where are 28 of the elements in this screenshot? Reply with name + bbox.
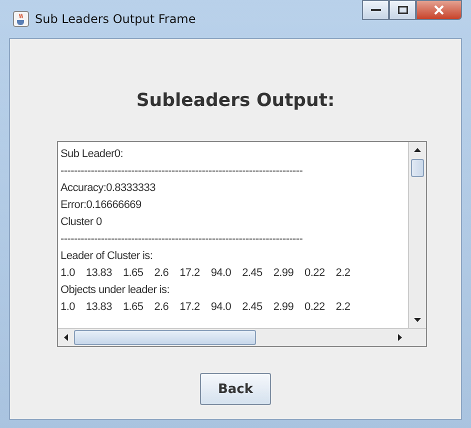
close-button[interactable] [416, 0, 462, 20]
output-line: Accuracy:0.8333333 [60, 181, 156, 196]
minimize-button[interactable] [362, 0, 389, 20]
scroll-thumb[interactable] [410, 159, 424, 177]
output-line: ------------------------------------------------------------------------ [60, 164, 304, 179]
scrollbar-corner [408, 329, 426, 346]
output-line: Sub Leader0: [60, 147, 124, 162]
right-arrow-icon [398, 334, 402, 341]
output-line: Objects under leader is: [60, 283, 170, 298]
minimize-icon [370, 9, 380, 11]
vertical-scrollbar[interactable] [408, 142, 426, 328]
output-line: Cluster 0 [60, 215, 103, 230]
output-line: Error:0.16666669 [60, 198, 142, 213]
close-icon [434, 5, 444, 15]
coffee-cup-icon [13, 11, 29, 27]
horizontal-scrollbar[interactable] [58, 329, 408, 346]
output-line: ------------------------------------------------------------------------ [60, 232, 304, 247]
output-text-area[interactable] [56, 141, 426, 347]
output-heading: Subleaders Output: [136, 90, 335, 111]
left-arrow-icon [64, 334, 68, 341]
output-line: 1.0 13.83 1.65 2.6 17.2 94.0 2.45 2.99 0.22 2.2 [60, 300, 352, 315]
window-title: Sub Leaders Output Frame [35, 12, 196, 26]
scroll-thumb[interactable] [74, 330, 256, 345]
back-button[interactable]: Back [200, 373, 271, 405]
maximize-button[interactable] [389, 0, 416, 20]
output-line: Leader of Cluster is: [60, 249, 154, 264]
maximize-icon [398, 6, 408, 14]
output-line: 1.0 13.83 1.65 2.6 17.2 94.0 2.45 2.99 0.22 2.2 [60, 266, 352, 281]
